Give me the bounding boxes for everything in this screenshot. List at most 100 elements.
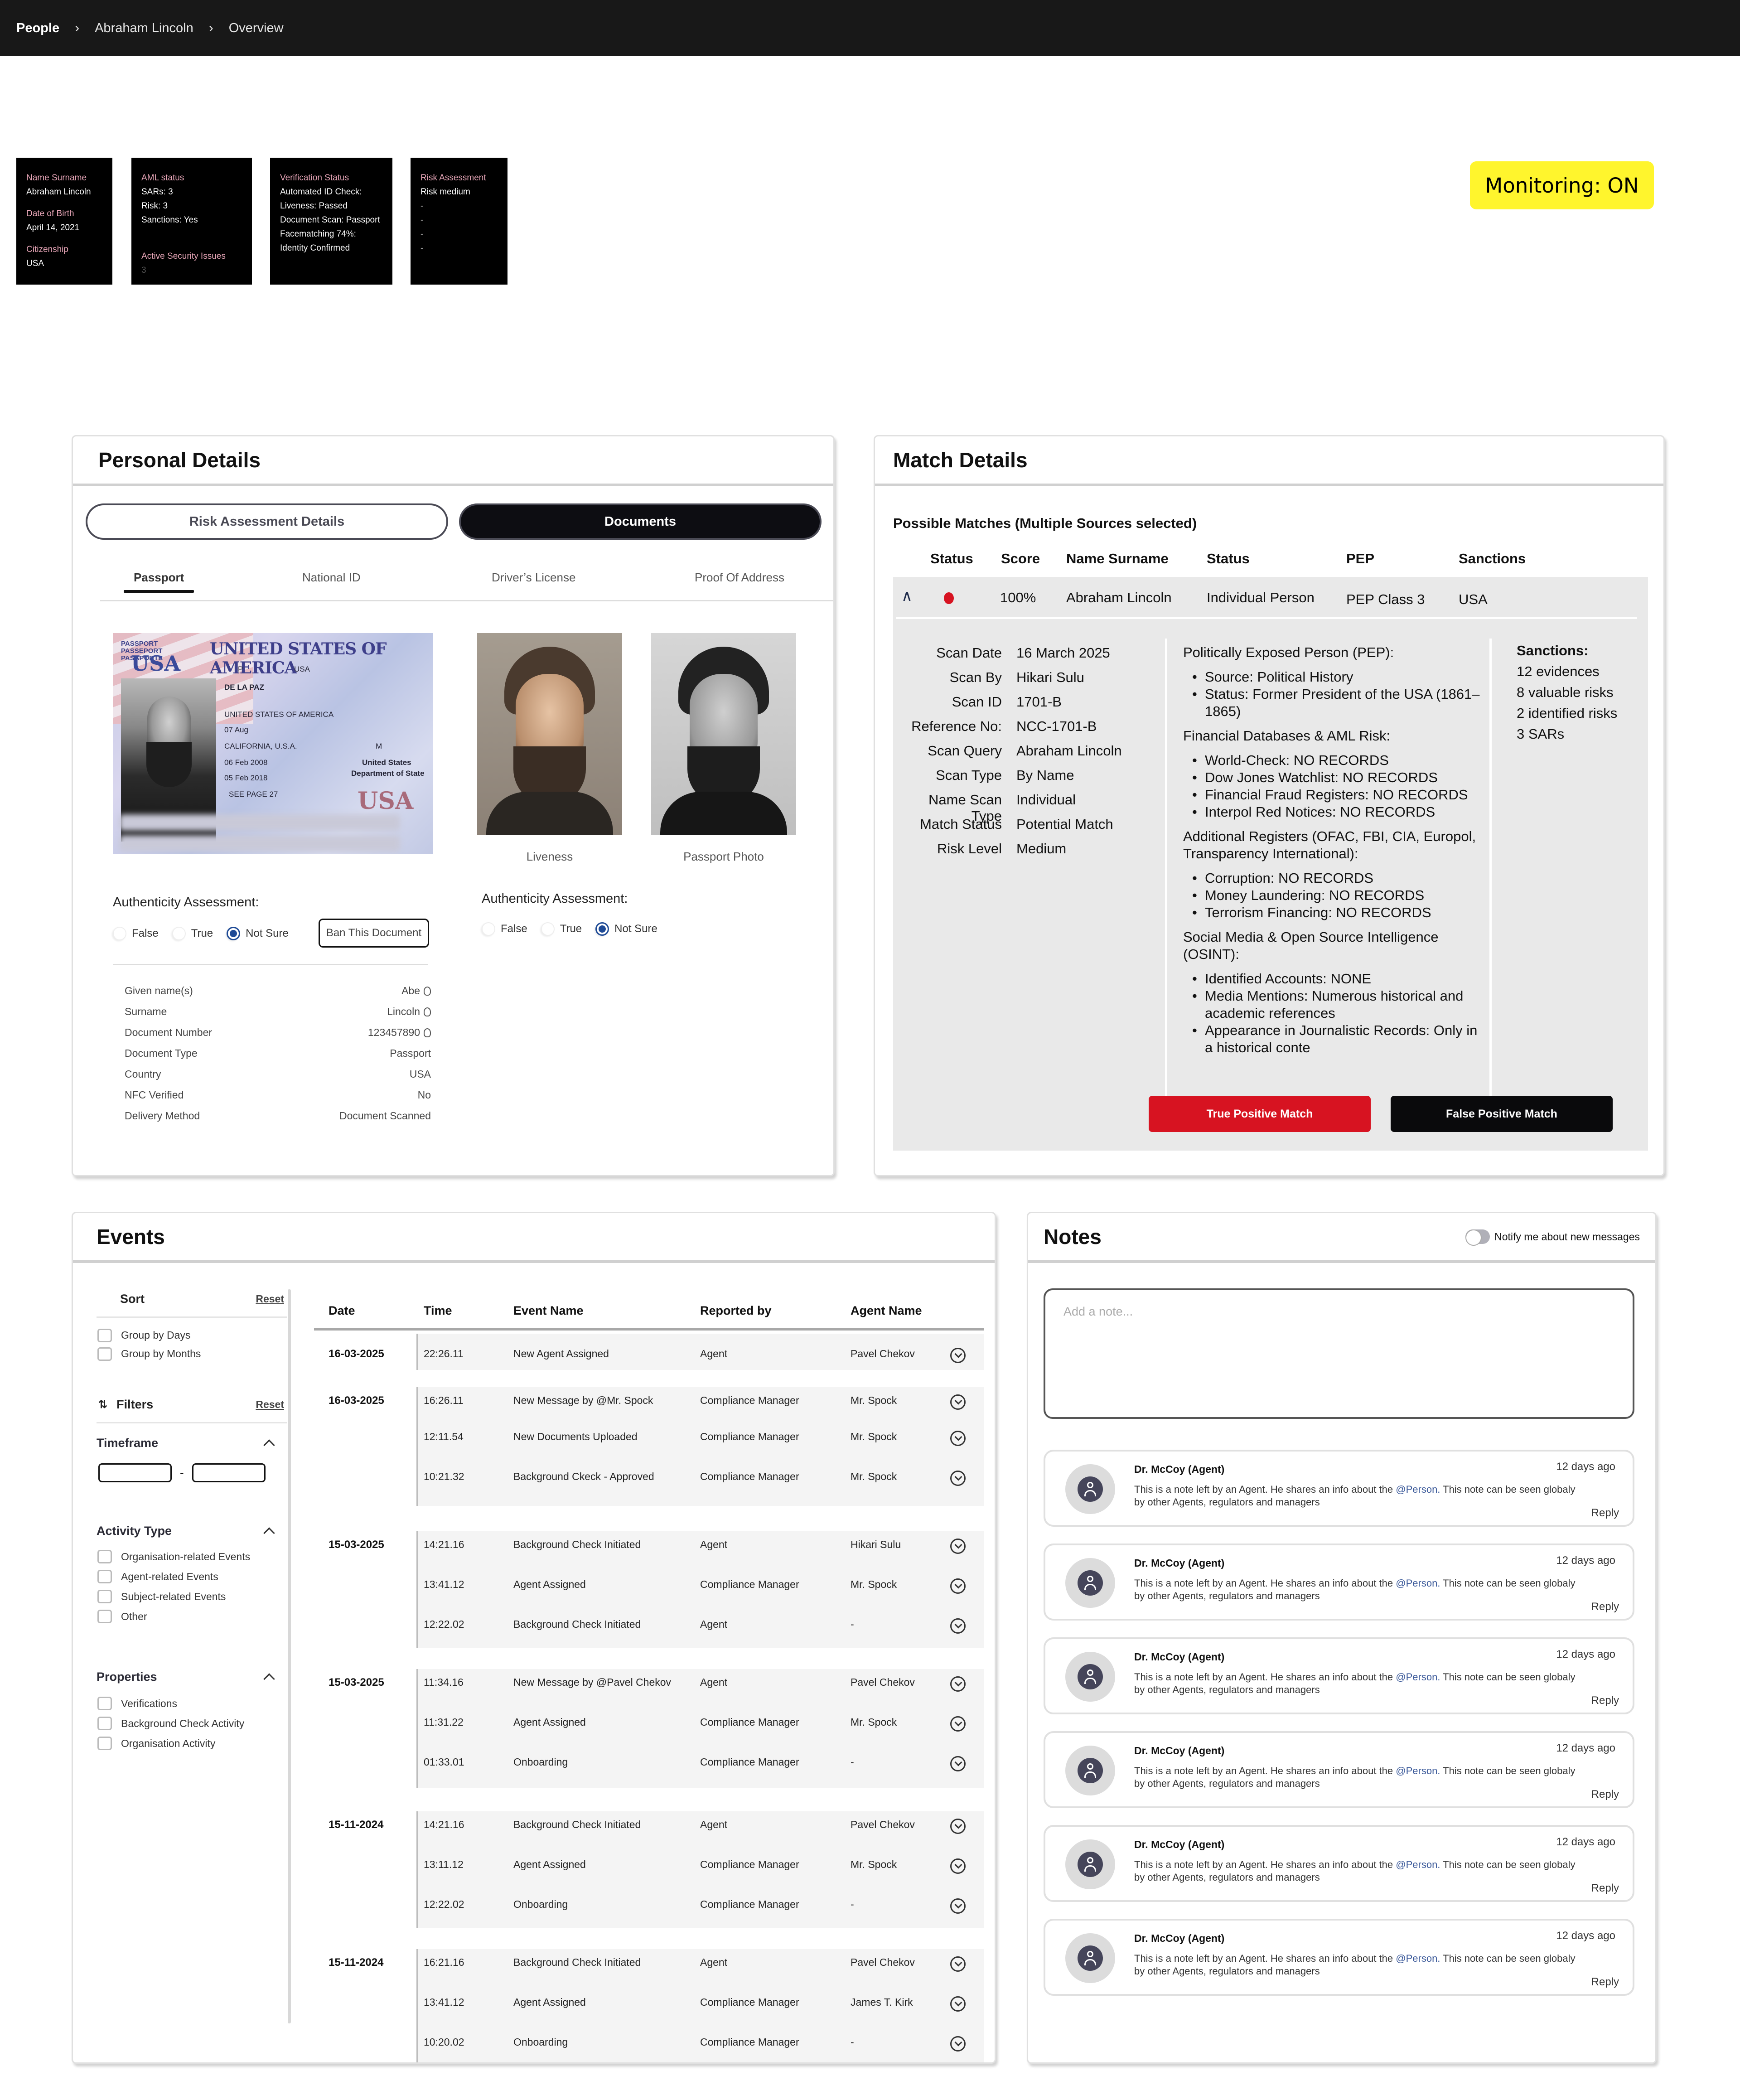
tab-national-id[interactable]: National ID	[302, 571, 361, 585]
notify-toggle[interactable]	[1465, 1229, 1490, 1246]
radio-false[interactable]: False	[482, 922, 527, 936]
monitoring-status-badge[interactable]: Monitoring: ON	[1470, 161, 1654, 209]
note-input-box[interactable]	[1044, 1288, 1634, 1419]
chevron-up-icon[interactable]: ∧	[901, 587, 913, 605]
expand-chevron-icon[interactable]	[950, 1996, 966, 2012]
group-by-days-checkbox[interactable]: Group by Days	[97, 1326, 287, 1345]
property-option[interactable]: Background Check Activity	[97, 1713, 287, 1733]
reply-button[interactable]: Reply	[1591, 1976, 1619, 1989]
expand-chevron-icon[interactable]	[950, 1394, 966, 1410]
person-mention-link[interactable]: @Person.	[1396, 1671, 1440, 1683]
person-mention-link[interactable]: @Person.	[1396, 1765, 1440, 1776]
tab-passport[interactable]: Passport	[123, 571, 194, 593]
reply-button[interactable]: Reply	[1591, 1601, 1619, 1613]
property-option[interactable]: Verifications	[97, 1694, 287, 1713]
expand-chevron-icon[interactable]	[950, 1956, 966, 1972]
group-by-months-checkbox[interactable]: Group by Months	[97, 1345, 287, 1363]
chevron-up-icon[interactable]	[263, 1439, 275, 1451]
reply-button[interactable]: Reply	[1591, 1788, 1619, 1801]
expand-chevron-icon[interactable]	[950, 1898, 966, 1914]
table-row[interactable]: 22:26.11 New Agent Assigned Agent Pavel Che…	[416, 1345, 984, 1363]
expand-chevron-icon[interactable]	[950, 1431, 966, 1446]
expand-chevron-icon[interactable]	[950, 1819, 966, 1834]
checkbox[interactable]	[97, 1737, 112, 1750]
radio-true[interactable]: True	[172, 927, 213, 940]
radio-button[interactable]	[172, 927, 186, 940]
tab-proof-of-address[interactable]: Proof Of Address	[695, 571, 784, 585]
reply-button[interactable]: Reply	[1591, 1507, 1619, 1519]
table-row[interactable]: 16:26.11 New Message by @Mr. Spock Complia…	[416, 1392, 984, 1410]
radio-not-sure[interactable]: Not Sure	[227, 927, 289, 940]
table-row[interactable]: 14:21.16 Background Check Initiated Agent P…	[416, 1816, 984, 1834]
checkbox[interactable]	[97, 1328, 112, 1342]
expand-chevron-icon[interactable]	[950, 1618, 966, 1634]
radio-false[interactable]: False	[113, 927, 159, 940]
copy-icon[interactable]	[424, 1007, 431, 1016]
expand-chevron-icon[interactable]	[950, 1676, 966, 1692]
column-header-reported-by[interactable]: Reported by	[700, 1304, 772, 1318]
column-header-event-name[interactable]: Event Name	[513, 1304, 584, 1318]
breadcrumb-person[interactable]: Abraham Lincoln	[95, 21, 193, 36]
breadcrumb-people[interactable]: People	[16, 21, 59, 36]
expand-chevron-icon[interactable]	[950, 1539, 966, 1554]
radio-button-selected[interactable]	[595, 922, 609, 936]
table-row[interactable]: 13:41.12 Agent Assigned Compliance Manager…	[416, 1576, 984, 1594]
timeframe-from-input[interactable]	[98, 1463, 172, 1482]
radio-true[interactable]: True	[541, 922, 582, 936]
expand-chevron-icon[interactable]	[950, 1578, 966, 1594]
table-row[interactable]: 10:21.32 Background Ckeck - Approved Compl…	[416, 1468, 984, 1486]
expand-chevron-icon[interactable]	[950, 1756, 966, 1771]
table-row[interactable]: 11:31.22 Agent Assigned Compliance Manager…	[416, 1713, 984, 1732]
checkbox[interactable]	[97, 1610, 112, 1623]
checkbox[interactable]	[97, 1590, 112, 1603]
chevron-up-icon[interactable]	[263, 1527, 275, 1539]
reply-button[interactable]: Reply	[1591, 1882, 1619, 1895]
expand-chevron-icon[interactable]	[950, 2036, 966, 2052]
risk-assessment-details-tab[interactable]: Risk Assessment Details	[86, 503, 448, 540]
copy-icon[interactable]	[424, 1028, 431, 1037]
table-row[interactable]: 13:11.12 Agent Assigned Compliance Manager…	[416, 1856, 984, 1874]
copy-icon[interactable]	[424, 986, 431, 996]
filters-reset-link[interactable]: Reset	[256, 1398, 284, 1411]
table-row[interactable]: 13:41.12 Agent Assigned Compliance Manager…	[416, 1994, 984, 2012]
checkbox[interactable]	[97, 1717, 112, 1730]
note-input[interactable]	[1063, 1305, 1614, 1403]
expand-chevron-icon[interactable]	[950, 1471, 966, 1486]
activity-option[interactable]: Subject-related Events	[97, 1587, 287, 1606]
person-mention-link[interactable]: @Person.	[1396, 1577, 1440, 1589]
table-row[interactable]: 14:21.16 Background Check Initiated Agent H…	[416, 1536, 984, 1554]
expand-chevron-icon[interactable]	[950, 1858, 966, 1874]
reply-button[interactable]: Reply	[1591, 1694, 1619, 1707]
table-row[interactable]: 12:22.02 Background Check Initiated Agent -	[416, 1616, 984, 1634]
ban-document-button[interactable]: Ban This Document	[319, 919, 429, 948]
radio-not-sure[interactable]: Not Sure	[595, 922, 657, 936]
table-row[interactable]: 01:33.01 Onboarding Compliance Manager -	[416, 1753, 984, 1771]
activity-option[interactable]: Organisation-related Events	[97, 1547, 287, 1567]
activity-option[interactable]: Agent-related Events	[97, 1567, 287, 1587]
table-row[interactable]: 10:20.02 Onboarding Compliance Manager -	[416, 2033, 984, 2052]
table-row[interactable]: 16:21.16 Background Check Initiated Agent P…	[416, 1954, 984, 1972]
sidebar-scrollbar[interactable]	[288, 1289, 291, 2023]
false-positive-match-button[interactable]: False Positive Match	[1391, 1096, 1613, 1132]
chevron-up-icon[interactable]	[263, 1673, 275, 1685]
tab-drivers-license[interactable]: Driver’s License	[492, 571, 575, 585]
column-header-agent-name[interactable]: Agent Name	[851, 1304, 922, 1318]
checkbox[interactable]	[97, 1570, 112, 1583]
notify-toggle-row[interactable]: Notify me about new messages	[1465, 1229, 1640, 1246]
checkbox[interactable]	[97, 1697, 112, 1710]
expand-chevron-icon[interactable]	[950, 1348, 966, 1363]
column-header-time[interactable]: Time	[424, 1304, 452, 1318]
sort-reset-link[interactable]: Reset	[256, 1293, 284, 1305]
expand-chevron-icon[interactable]	[950, 1716, 966, 1732]
checkbox[interactable]	[97, 1550, 112, 1563]
radio-button[interactable]	[482, 922, 495, 936]
table-row[interactable]: 11:34.16 New Message by @Pavel Chekov Agen…	[416, 1674, 984, 1692]
documents-tab[interactable]: Documents	[459, 503, 822, 540]
timeframe-to-input[interactable]	[192, 1463, 266, 1482]
table-row[interactable]: 12:22.02 Onboarding Compliance Manager -	[416, 1896, 984, 1914]
activity-option[interactable]: Other	[97, 1606, 287, 1626]
person-mention-link[interactable]: @Person.	[1396, 1953, 1440, 1964]
table-row[interactable]: 12:11.54 New Documents Uploaded Compliance…	[416, 1428, 984, 1446]
column-header-date[interactable]: Date	[329, 1304, 355, 1318]
radio-button-selected[interactable]	[227, 927, 241, 940]
